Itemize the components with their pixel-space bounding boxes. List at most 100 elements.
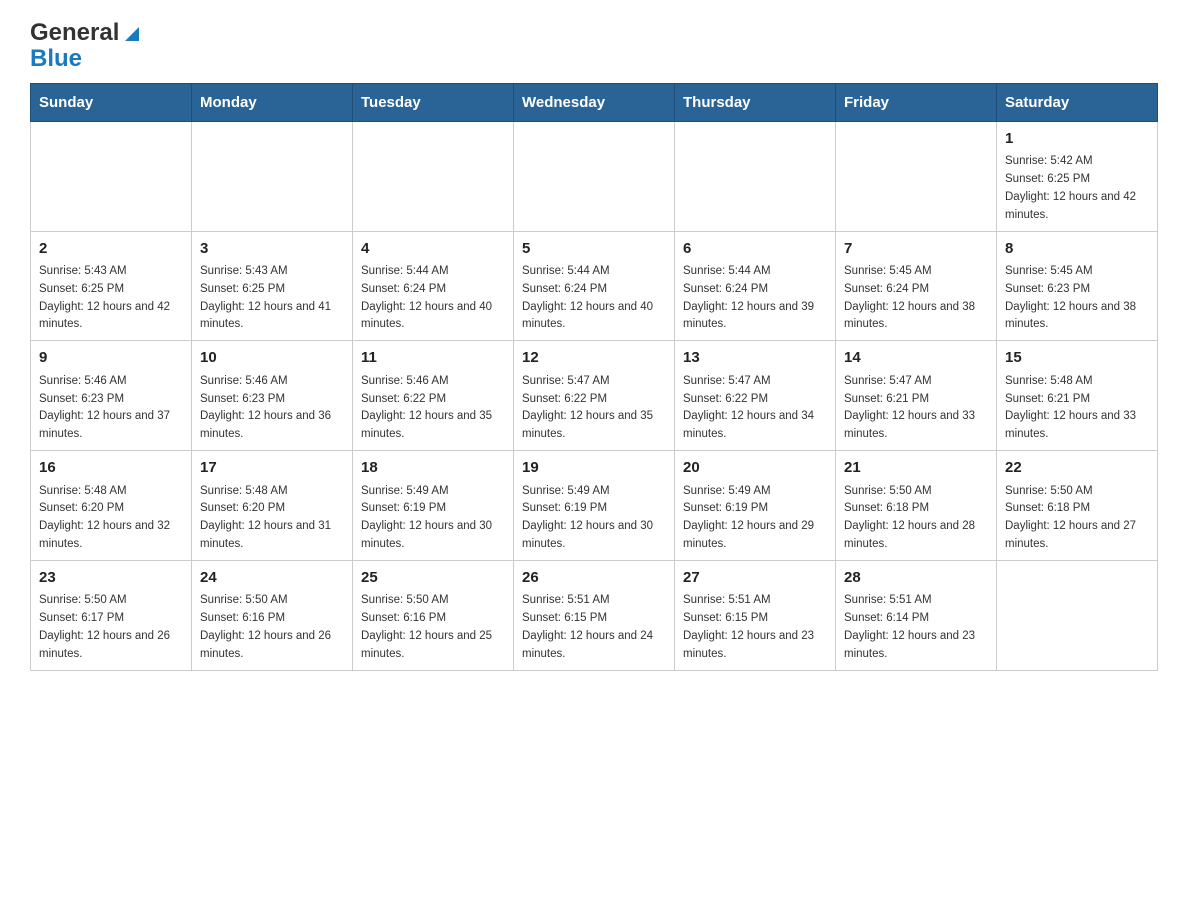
calendar-cell: 12 Sunrise: 5:47 AM Sunset: 6:22 PM Dayli… [514, 341, 675, 451]
day-info: Sunrise: 5:51 AM Sunset: 6:15 PM Dayligh… [683, 592, 827, 663]
day-info: Sunrise: 5:46 AM Sunset: 6:22 PM Dayligh… [361, 373, 505, 444]
calendar-cell: 7Sunrise: 5:45 AM Sunset: 6:24 PM Daylig… [836, 231, 997, 341]
day-info: Sunrise: 5:45 AM Sunset: 6:24 PM Dayligh… [844, 263, 988, 334]
day-number: 6 [683, 238, 827, 261]
day-info: Sunrise: 5:44 AM Sunset: 6:24 PM Dayligh… [361, 263, 505, 334]
calendar-week-row: 16 Sunrise: 5:48 AM Sunset: 6:20 PM Dayli… [31, 451, 1158, 561]
calendar-cell: 10 Sunrise: 5:46 AM Sunset: 6:23 PM Dayli… [192, 341, 353, 451]
calendar-cell: 27Sunrise: 5:51 AM Sunset: 6:15 PM Dayli… [675, 560, 836, 670]
day-info: Sunrise: 5:47 AM Sunset: 6:22 PM Dayligh… [683, 373, 827, 444]
day-number: 12 [522, 347, 666, 370]
day-number: 3 [200, 238, 344, 261]
calendar-cell: 3Sunrise: 5:43 AM Sunset: 6:25 PM Daylig… [192, 231, 353, 341]
day-info: Sunrise: 5:49 AM Sunset: 6:19 PM Dayligh… [361, 483, 505, 554]
logo-wordmark: General Blue [30, 20, 143, 73]
calendar-cell: 5Sunrise: 5:44 AM Sunset: 6:24 PM Daylig… [514, 231, 675, 341]
page-header: General Blue [30, 20, 1158, 73]
weekday-header-monday: Monday [192, 83, 353, 121]
calendar-cell: 19Sunrise: 5:49 AM Sunset: 6:19 PM Dayli… [514, 451, 675, 561]
day-number: 1 [1005, 128, 1149, 151]
calendar-cell: 9 Sunrise: 5:46 AM Sunset: 6:23 PM Daylig… [31, 341, 192, 451]
day-number: 15 [1005, 347, 1149, 370]
logo: General Blue [30, 20, 143, 73]
calendar-cell: 4Sunrise: 5:44 AM Sunset: 6:24 PM Daylig… [353, 231, 514, 341]
day-info: Sunrise: 5:42 AM Sunset: 6:25 PM Dayligh… [1005, 153, 1149, 224]
calendar-cell: 20 Sunrise: 5:49 AM Sunset: 6:19 PM Dayli… [675, 451, 836, 561]
calendar-cell: 22 Sunrise: 5:50 AM Sunset: 6:18 PM Dayli… [997, 451, 1158, 561]
weekday-header-thursday: Thursday [675, 83, 836, 121]
calendar-cell: 17 Sunrise: 5:48 AM Sunset: 6:20 PM Dayli… [192, 451, 353, 561]
day-number: 27 [683, 567, 827, 590]
day-number: 11 [361, 347, 505, 370]
day-number: 19 [522, 457, 666, 480]
day-info: Sunrise: 5:45 AM Sunset: 6:23 PM Dayligh… [1005, 263, 1149, 334]
logo-arrow-icon [121, 23, 143, 45]
day-number: 14 [844, 347, 988, 370]
day-number: 17 [200, 457, 344, 480]
calendar-cell: 11 Sunrise: 5:46 AM Sunset: 6:22 PM Dayli… [353, 341, 514, 451]
day-info: Sunrise: 5:49 AM Sunset: 6:19 PM Dayligh… [683, 483, 827, 554]
day-info: Sunrise: 5:51 AM Sunset: 6:15 PM Dayligh… [522, 592, 666, 663]
day-info: Sunrise: 5:50 AM Sunset: 6:18 PM Dayligh… [1005, 483, 1149, 554]
calendar-cell: 1Sunrise: 5:42 AM Sunset: 6:25 PM Daylig… [997, 121, 1158, 231]
calendar-cell: 13Sunrise: 5:47 AM Sunset: 6:22 PM Dayli… [675, 341, 836, 451]
day-number: 28 [844, 567, 988, 590]
day-number: 25 [361, 567, 505, 590]
day-info: Sunrise: 5:48 AM Sunset: 6:20 PM Dayligh… [200, 483, 344, 554]
calendar-cell: 21Sunrise: 5:50 AM Sunset: 6:18 PM Dayli… [836, 451, 997, 561]
logo-general-text: General [30, 20, 119, 46]
calendar-cell: 28Sunrise: 5:51 AM Sunset: 6:14 PM Dayli… [836, 560, 997, 670]
weekday-header-tuesday: Tuesday [353, 83, 514, 121]
day-info: Sunrise: 5:46 AM Sunset: 6:23 PM Dayligh… [39, 373, 183, 444]
calendar-cell: 18Sunrise: 5:49 AM Sunset: 6:19 PM Dayli… [353, 451, 514, 561]
day-info: Sunrise: 5:48 AM Sunset: 6:21 PM Dayligh… [1005, 373, 1149, 444]
day-number: 26 [522, 567, 666, 590]
calendar-week-row: 9 Sunrise: 5:46 AM Sunset: 6:23 PM Daylig… [31, 341, 1158, 451]
day-number: 16 [39, 457, 183, 480]
day-number: 22 [1005, 457, 1149, 480]
day-info: Sunrise: 5:44 AM Sunset: 6:24 PM Dayligh… [522, 263, 666, 334]
logo-blue-text: Blue [30, 46, 82, 72]
day-info: Sunrise: 5:50 AM Sunset: 6:16 PM Dayligh… [361, 592, 505, 663]
calendar-week-row: 1Sunrise: 5:42 AM Sunset: 6:25 PM Daylig… [31, 121, 1158, 231]
day-number: 9 [39, 347, 183, 370]
calendar-cell: 14 Sunrise: 5:47 AM Sunset: 6:21 PM Dayli… [836, 341, 997, 451]
calendar-cell [675, 121, 836, 231]
day-number: 5 [522, 238, 666, 261]
calendar-cell: 25Sunrise: 5:50 AM Sunset: 6:16 PM Dayli… [353, 560, 514, 670]
weekday-header-row: SundayMondayTuesdayWednesdayThursdayFrid… [31, 83, 1158, 121]
day-info: Sunrise: 5:43 AM Sunset: 6:25 PM Dayligh… [200, 263, 344, 334]
calendar-cell: 24Sunrise: 5:50 AM Sunset: 6:16 PM Dayli… [192, 560, 353, 670]
day-info: Sunrise: 5:50 AM Sunset: 6:16 PM Dayligh… [200, 592, 344, 663]
calendar-cell [31, 121, 192, 231]
weekday-header-friday: Friday [836, 83, 997, 121]
day-number: 4 [361, 238, 505, 261]
day-info: Sunrise: 5:50 AM Sunset: 6:18 PM Dayligh… [844, 483, 988, 554]
calendar-cell [514, 121, 675, 231]
day-number: 24 [200, 567, 344, 590]
day-info: Sunrise: 5:47 AM Sunset: 6:22 PM Dayligh… [522, 373, 666, 444]
day-number: 8 [1005, 238, 1149, 261]
day-info: Sunrise: 5:50 AM Sunset: 6:17 PM Dayligh… [39, 592, 183, 663]
calendar-cell [836, 121, 997, 231]
calendar-cell [997, 560, 1158, 670]
calendar-week-row: 2 Sunrise: 5:43 AM Sunset: 6:25 PM Daylig… [31, 231, 1158, 341]
day-number: 23 [39, 567, 183, 590]
day-info: Sunrise: 5:44 AM Sunset: 6:24 PM Dayligh… [683, 263, 827, 334]
calendar-cell [353, 121, 514, 231]
weekday-header-wednesday: Wednesday [514, 83, 675, 121]
calendar-cell: 6Sunrise: 5:44 AM Sunset: 6:24 PM Daylig… [675, 231, 836, 341]
day-number: 20 [683, 457, 827, 480]
calendar-cell: 8Sunrise: 5:45 AM Sunset: 6:23 PM Daylig… [997, 231, 1158, 341]
calendar-table: SundayMondayTuesdayWednesdayThursdayFrid… [30, 83, 1158, 671]
day-number: 10 [200, 347, 344, 370]
calendar-cell: 26Sunrise: 5:51 AM Sunset: 6:15 PM Dayli… [514, 560, 675, 670]
day-number: 7 [844, 238, 988, 261]
day-info: Sunrise: 5:48 AM Sunset: 6:20 PM Dayligh… [39, 483, 183, 554]
weekday-header-sunday: Sunday [31, 83, 192, 121]
calendar-cell: 23Sunrise: 5:50 AM Sunset: 6:17 PM Dayli… [31, 560, 192, 670]
weekday-header-saturday: Saturday [997, 83, 1158, 121]
day-info: Sunrise: 5:47 AM Sunset: 6:21 PM Dayligh… [844, 373, 988, 444]
day-number: 2 [39, 238, 183, 261]
day-info: Sunrise: 5:46 AM Sunset: 6:23 PM Dayligh… [200, 373, 344, 444]
